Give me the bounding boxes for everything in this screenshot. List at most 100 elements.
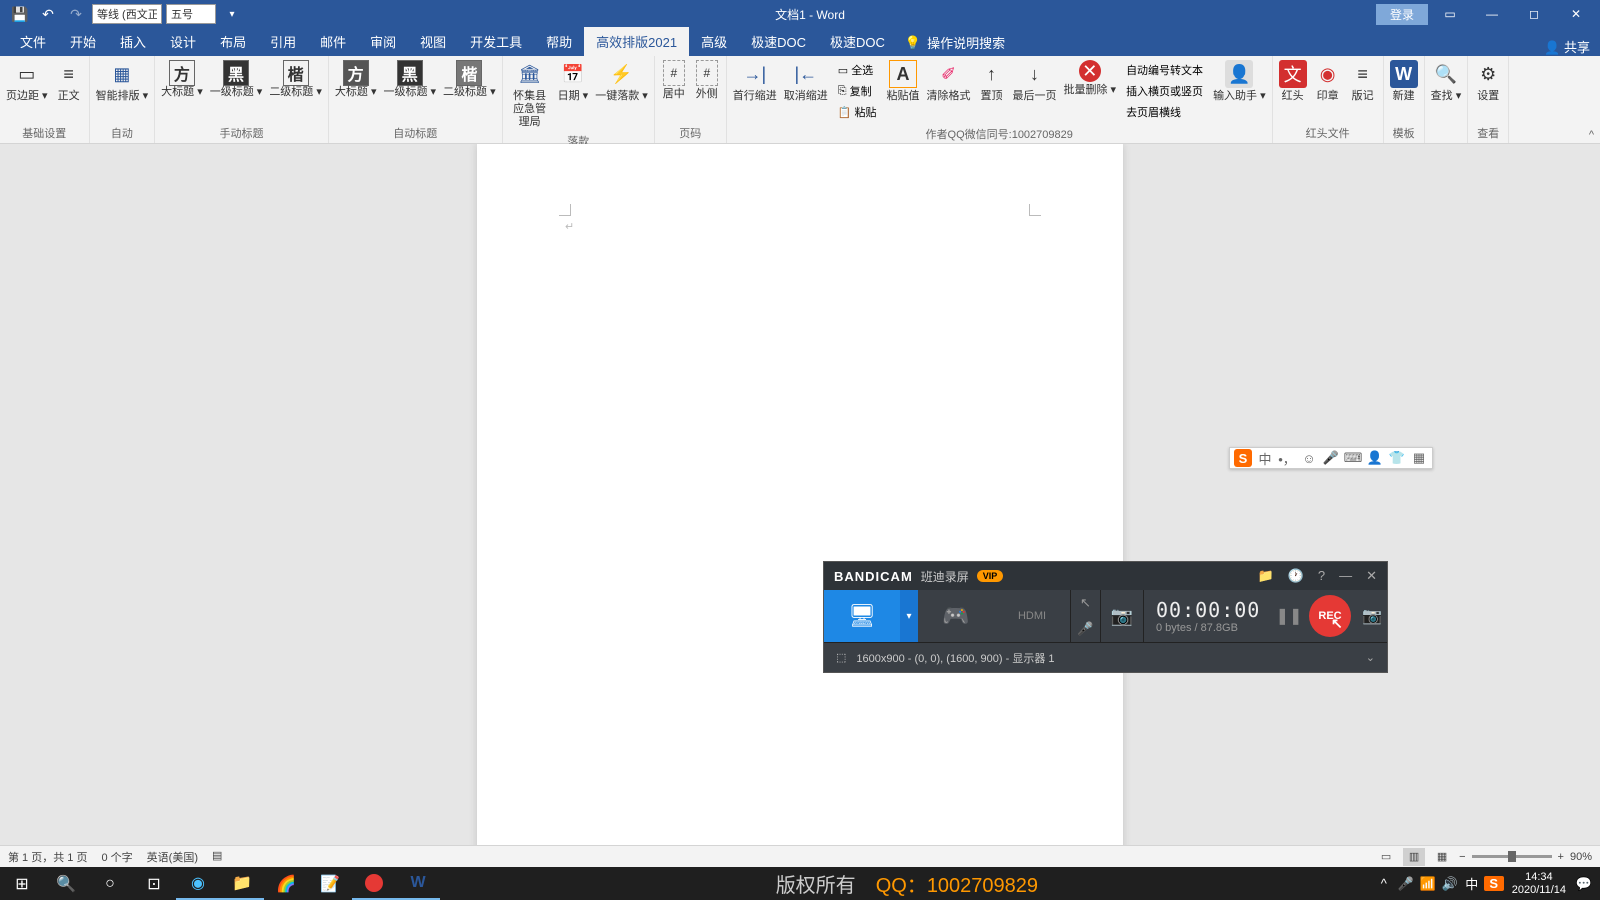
ime-toolbox-button[interactable]: ▦ xyxy=(1410,449,1428,467)
read-mode-button[interactable]: ▭ xyxy=(1375,848,1397,866)
paste-value-button[interactable]: A粘贴值 xyxy=(883,58,922,105)
new-template-button[interactable]: W新建 xyxy=(1387,58,1421,105)
ime-keyboard-button[interactable]: ⌨ xyxy=(1344,449,1362,467)
game-mode-button[interactable]: 🎮 xyxy=(918,590,994,642)
body-text-button[interactable]: ≡正文 xyxy=(52,58,86,105)
insert-page-orient-button[interactable]: 插入横页或竖页 xyxy=(1122,81,1207,101)
pause-button[interactable]: ❚❚ xyxy=(1275,606,1303,626)
tab-fastdoc2[interactable]: 极速DOC xyxy=(818,27,897,56)
batch-delete-button[interactable]: ✕批量删除 ▾ xyxy=(1060,58,1119,99)
ime-voice-button[interactable]: 🎤 xyxy=(1322,449,1340,467)
collapse-ribbon-button[interactable]: ^ xyxy=(1589,129,1594,141)
zoom-in-button[interactable]: + xyxy=(1558,851,1564,863)
bandicam-titlebar[interactable]: BANDICAM 班迪录屏 VIP 📁 🕐 ? — ✕ xyxy=(824,562,1387,590)
paste-button[interactable]: 📋粘贴 xyxy=(834,102,881,122)
tab-layout[interactable]: 布局 xyxy=(208,27,258,56)
document-page[interactable]: ↵ xyxy=(477,144,1123,867)
to-top-button[interactable]: ↑置顶 xyxy=(974,58,1008,105)
colophon-button[interactable]: ≡版记 xyxy=(1346,58,1380,105)
h1-button[interactable]: 黑一级标题 ▾ xyxy=(207,58,266,101)
tab-custom-layout[interactable]: 高效排版2021 xyxy=(584,27,689,56)
autonum-to-text-button[interactable]: 自动编号转文本 xyxy=(1122,60,1207,80)
redhead-button[interactable]: 文红头 xyxy=(1276,58,1310,105)
search-button[interactable]: 🔍 xyxy=(44,867,88,900)
save-button[interactable]: 💾 xyxy=(8,3,32,25)
mic-toggle[interactable]: 🎤 xyxy=(1071,616,1100,642)
maximize-button[interactable]: ◻ xyxy=(1514,0,1554,28)
zoom-level[interactable]: 90% xyxy=(1570,851,1592,863)
task-view-button[interactable]: ⊡ xyxy=(132,867,176,900)
ime-lang-button[interactable]: 中 xyxy=(1256,449,1274,467)
webcam-toggle[interactable]: 📷 xyxy=(1100,590,1144,642)
record-button[interactable]: REC ↖ xyxy=(1309,595,1351,637)
screen-mode-dropdown[interactable]: ▾ xyxy=(900,590,918,642)
tab-advanced[interactable]: 高级 xyxy=(689,27,739,56)
clear-format-button[interactable]: ✐清除格式 xyxy=(923,58,973,105)
tab-mailings[interactable]: 邮件 xyxy=(308,27,358,56)
app-taskbar-button[interactable]: 🌈 xyxy=(264,867,308,900)
tray-wifi-icon[interactable]: 📶 xyxy=(1418,876,1438,892)
device-mode-button[interactable]: HDMI xyxy=(994,590,1070,642)
sogou-logo-icon[interactable]: S xyxy=(1234,449,1252,467)
bandicam-minimize-button[interactable]: — xyxy=(1339,568,1352,584)
remove-header-line-button[interactable]: 去页眉横线 xyxy=(1122,102,1207,122)
date-button[interactable]: 📅日期 ▾ xyxy=(555,58,592,105)
share-button[interactable]: 👤 共享 xyxy=(1544,37,1590,56)
login-button[interactable]: 登录 xyxy=(1376,4,1428,25)
indent-button[interactable]: →|首行缩进 xyxy=(730,58,780,105)
unindent-button[interactable]: |←取消缩进 xyxy=(781,58,831,105)
tab-developer[interactable]: 开发工具 xyxy=(458,27,534,56)
font-size-select[interactable] xyxy=(166,4,216,24)
pagenum-center-button[interactable]: #居中 xyxy=(658,58,690,103)
auto-h1-button[interactable]: 黑一级标题 ▾ xyxy=(380,58,439,101)
notepad-taskbar-button[interactable]: 📝 xyxy=(308,867,352,900)
tab-view[interactable]: 视图 xyxy=(408,27,458,56)
tab-file[interactable]: 文件 xyxy=(8,27,58,56)
onekey-sign-button[interactable]: ⚡一键落款 ▾ xyxy=(592,58,651,105)
minimize-button[interactable]: — xyxy=(1472,0,1512,28)
h2-button[interactable]: 楷二级标题 ▾ xyxy=(266,58,325,101)
zoom-out-button[interactable]: − xyxy=(1459,851,1465,863)
ime-user-button[interactable]: 👤 xyxy=(1366,449,1384,467)
word-taskbar-button[interactable]: W xyxy=(396,867,440,900)
language-indicator[interactable]: 英语(美国) xyxy=(147,849,198,865)
input-helper-button[interactable]: 👤输入助手 ▾ xyxy=(1210,58,1269,105)
cursor-toggle[interactable]: ↖ xyxy=(1071,590,1100,616)
pagenum-outside-button[interactable]: #外侧 xyxy=(691,58,723,103)
margins-button[interactable]: ▭页边距 ▾ xyxy=(3,58,51,105)
tray-sogou-icon[interactable]: S xyxy=(1484,876,1504,891)
bandicam-window[interactable]: BANDICAM 班迪录屏 VIP 📁 🕐 ? — ✕ 🖥 ▾ 🎮 HDMI ↖… xyxy=(823,561,1388,673)
copy-button[interactable]: ⎘复制 xyxy=(834,81,881,101)
tell-me-search[interactable]: 💡 操作说明搜索 xyxy=(897,29,1013,56)
ime-emoji-button[interactable]: ☺ xyxy=(1300,449,1318,467)
page-indicator[interactable]: 第 1 页，共 1 页 xyxy=(8,849,87,865)
bandicam-taskbar-button[interactable] xyxy=(352,867,396,900)
ime-skin-button[interactable]: 👕 xyxy=(1388,449,1406,467)
auto-h2-button[interactable]: 楷二级标题 ▾ xyxy=(440,58,499,101)
ribbon-display-button[interactable]: ▭ xyxy=(1430,0,1470,28)
bandicam-timer-button[interactable]: 🕐 xyxy=(1288,568,1304,584)
seal-button[interactable]: ◉印章 xyxy=(1311,58,1345,105)
tray-volume-icon[interactable]: 🔊 xyxy=(1440,876,1460,892)
edge-taskbar-button[interactable]: ◉ xyxy=(176,867,220,900)
web-layout-button[interactable]: ▦ xyxy=(1431,848,1453,866)
macro-indicator[interactable]: ▤ xyxy=(212,849,222,865)
org-button[interactable]: 🏛怀集县应急管理局 xyxy=(506,58,554,131)
taskbar-clock[interactable]: 14:34 2020/11/14 xyxy=(1506,871,1572,897)
cortana-button[interactable]: ○ xyxy=(88,867,132,900)
zoom-slider[interactable] xyxy=(1472,855,1552,858)
word-count[interactable]: 0 个字 xyxy=(101,849,132,865)
bandicam-folder-button[interactable]: 📁 xyxy=(1257,568,1273,584)
tab-fastdoc1[interactable]: 极速DOC xyxy=(739,27,818,56)
close-button[interactable]: ✕ xyxy=(1556,0,1596,28)
bandicam-close-button[interactable]: ✕ xyxy=(1366,568,1377,584)
smart-layout-button[interactable]: ▦智能排版 ▾ xyxy=(93,58,152,105)
settings-button[interactable]: ⚙设置 xyxy=(1471,58,1505,105)
tab-help[interactable]: 帮助 xyxy=(534,27,584,56)
redo-button[interactable]: ↷ xyxy=(64,3,88,25)
tray-ime-button[interactable]: 中 xyxy=(1462,874,1482,893)
font-select[interactable] xyxy=(92,4,162,24)
start-button[interactable]: ⊞ xyxy=(0,867,44,900)
tab-references[interactable]: 引用 xyxy=(258,27,308,56)
tab-design[interactable]: 设计 xyxy=(158,27,208,56)
